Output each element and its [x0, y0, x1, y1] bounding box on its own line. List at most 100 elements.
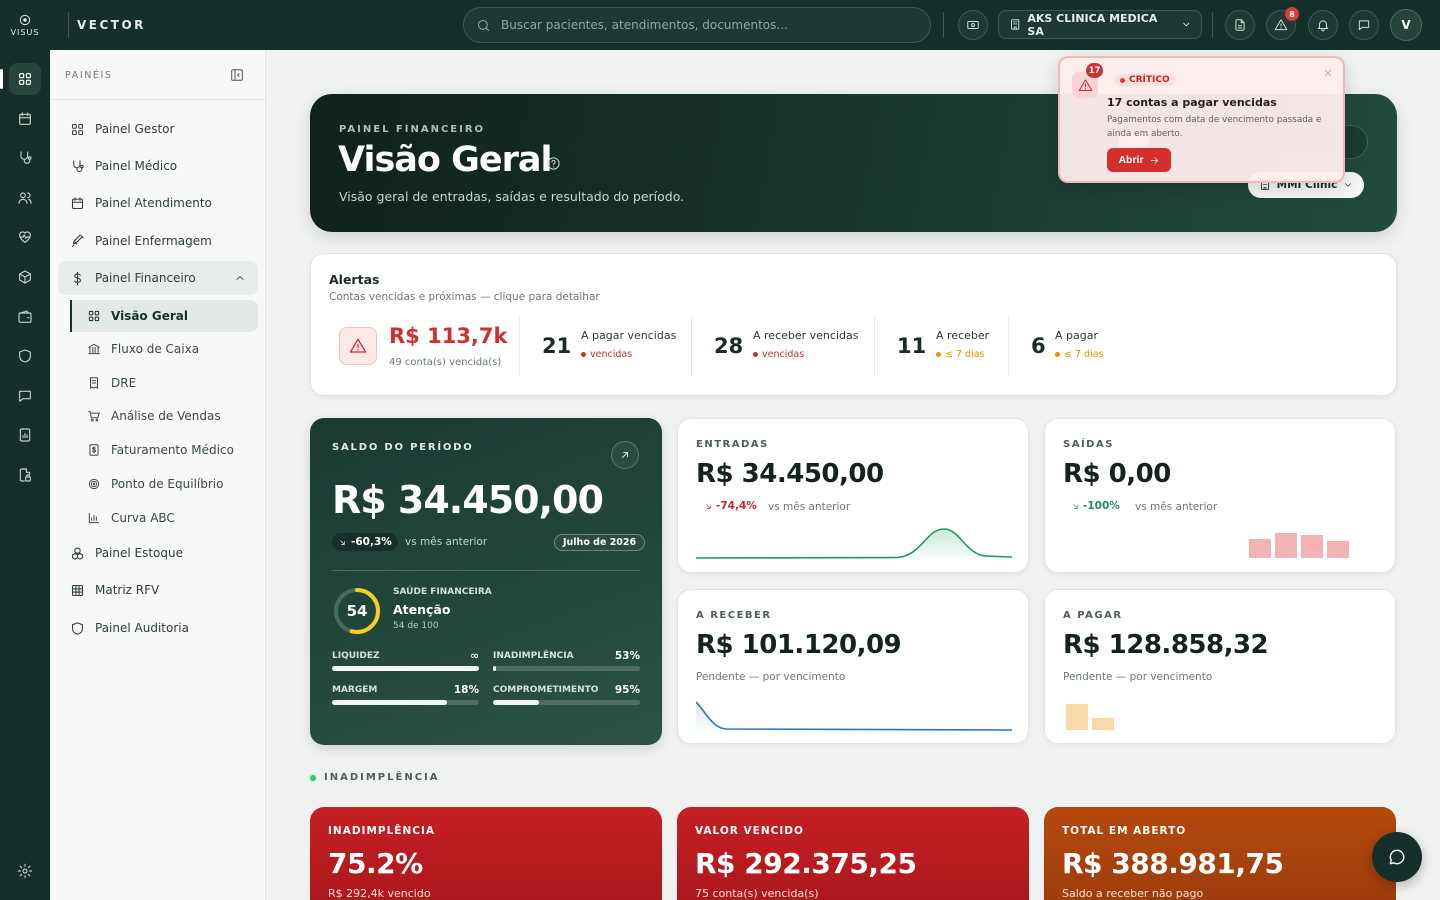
sidebar-item-painel-financeiro[interactable]: Painel Financeiro: [58, 261, 258, 295]
sidebar-collapse-icon: [231, 69, 243, 81]
rail-medical[interactable]: [9, 142, 41, 174]
kpi-value: R$ 0,00: [1063, 459, 1171, 489]
alerts-card: Alertas Contas vencidas e próximas — cli…: [310, 253, 1397, 396]
sidebar-item-label: Painel Enfermagem: [95, 234, 212, 248]
alert-receivable-soon[interactable]: 11 A receber ≤ 7 dias: [874, 316, 1008, 376]
sidebar-subitem-label: Visão Geral: [111, 309, 188, 323]
pagar-mini-bars: [1066, 704, 1114, 730]
report-icon: [19, 428, 31, 442]
sidebar-subitem-visao-geral[interactable]: Visão Geral: [70, 300, 258, 332]
alerts-button[interactable]: 8: [1266, 7, 1299, 40]
alert-payable-overdue[interactable]: 21 A pagar vencidas vencidas: [519, 316, 691, 376]
chevron-down-icon: [1182, 22, 1189, 27]
rail-patients[interactable]: [9, 182, 41, 214]
kpi-label: SAÍDAS: [1063, 439, 1114, 450]
sidebar-item-painel-estoque[interactable]: Painel Estoque: [58, 536, 258, 570]
sidebar-subitem-ponto-de-equilibrio[interactable]: Ponto de Equilíbrio: [70, 468, 258, 500]
notifications-button[interactable]: [1308, 10, 1338, 40]
kpi-card-a-pagar[interactable]: A PAGAR R$ 128.858,32 Pendente — por ven…: [1044, 589, 1396, 744]
receipt-icon: [90, 377, 98, 389]
wallet-icon: [18, 310, 32, 323]
open-alert-button[interactable]: Abrir: [1107, 148, 1171, 172]
rail-files[interactable]: [9, 459, 41, 491]
documents-button[interactable]: [1225, 10, 1255, 40]
card-inadimplencia[interactable]: INADIMPLÊNCIA 75.2% R$ 292,4k vencido: [310, 807, 662, 900]
company-selector[interactable]: AKS CLINICA MEDICA SA: [998, 10, 1202, 39]
sidebar-subitem-label: Análise de Vendas: [111, 409, 221, 423]
sidebar-item-painel-atendimento[interactable]: Painel Atendimento: [58, 186, 258, 220]
alert-receivable-overdue[interactable]: 28 A receber vencidas vencidas: [691, 316, 874, 376]
arrow-up-right-icon: [622, 452, 628, 458]
sidebar-item-label: Painel Gestor: [95, 122, 175, 136]
kpi-label: ENTRADAS: [696, 439, 769, 450]
card-valor-vencido[interactable]: VALOR VENCIDO R$ 292.375,25 75 conta(s) …: [677, 807, 1029, 900]
building-icon: [1011, 19, 1020, 30]
search-input[interactable]: [501, 18, 901, 32]
kpi-card-entradas[interactable]: ENTRADAS R$ 34.450,00 -74,4% vs mês ante…: [677, 418, 1029, 573]
visus-logo[interactable]: VISUS: [0, 13, 50, 37]
table-icon: [71, 584, 84, 596]
metric-label: COMPROMETIMENTO: [493, 685, 599, 695]
messages-button[interactable]: [1349, 10, 1379, 40]
alert-count: 11: [897, 334, 927, 358]
page-title: Visão Geral: [338, 140, 552, 180]
sidebar-item-label: Painel Médico: [95, 159, 178, 173]
cash-register-button[interactable]: [958, 10, 988, 40]
grid-icon: [88, 310, 100, 322]
sidebar-subitem-faturamento-medico[interactable]: Faturamento Médico: [70, 434, 258, 466]
card-value: R$ 292.375,25: [695, 847, 917, 880]
sidebar-subitem-analise-de-vendas[interactable]: Análise de Vendas: [70, 400, 258, 432]
collapse-sidebar-button[interactable]: [229, 67, 245, 83]
mini-bar: [1066, 704, 1088, 730]
health-status: Atenção: [393, 602, 451, 617]
support-chat-button[interactable]: [1372, 832, 1422, 882]
rail-dashboards[interactable]: [0, 63, 41, 95]
rail-wallet[interactable]: [9, 301, 41, 333]
global-search[interactable]: [463, 7, 931, 43]
sidebar-item-painel-enfermagem[interactable]: Painel Enfermagem: [58, 224, 258, 258]
help-button[interactable]: [546, 156, 561, 171]
sidebar-title: PAINÉIS: [65, 70, 113, 81]
sidebar-subitem-curva-abc[interactable]: Curva ABC: [70, 502, 258, 534]
sidebar-subitem-fluxo-de-caixa[interactable]: Fluxo de Caixa: [70, 333, 258, 365]
shield-icon: [71, 621, 84, 635]
sidebar-item-painel-medico[interactable]: Painel Médico: [58, 149, 258, 183]
close-icon: [1324, 69, 1332, 77]
rail-stock[interactable]: [9, 261, 41, 293]
alerts-total-value: R$ 113,7k: [389, 324, 508, 348]
kpi-card-saidas[interactable]: SAÍDAS R$ 0,00 -100% vs mês anterior: [1044, 418, 1396, 573]
sidebar-item-painel-auditoria[interactable]: Painel Auditoria: [58, 611, 258, 645]
rail-settings[interactable]: [9, 855, 41, 887]
alerts-subtitle: Contas vencidas e próximas — clique para…: [329, 291, 600, 303]
active-indicator: [70, 300, 72, 332]
saidas-mini-bars: [1249, 533, 1349, 558]
rail-health[interactable]: [9, 221, 41, 253]
sidebar-item-matriz-rfv[interactable]: Matriz RFV: [58, 573, 258, 607]
kpi-card-a-receber[interactable]: A RECEBER R$ 101.120,09 Pendente — por v…: [677, 589, 1029, 744]
gear-icon: [17, 863, 33, 879]
boxes-icon: [71, 546, 84, 560]
company-name: AKS CLINICA MEDICA SA: [1027, 11, 1158, 38]
user-avatar[interactable]: V: [1390, 9, 1422, 41]
stethoscope-icon: [73, 159, 84, 172]
sidebar-subitem-dre[interactable]: DRE: [70, 367, 258, 399]
brand-name: VECTOR: [77, 18, 146, 32]
alert-payable-soon[interactable]: 6 A pagar ≤ 7 dias: [1008, 316, 1128, 376]
card-label: TOTAL EM ABERTO: [1062, 825, 1187, 837]
metric-value: 53%: [614, 650, 640, 662]
rail-reports[interactable]: [9, 419, 41, 451]
mini-bar: [1327, 541, 1349, 558]
hero-description: Visão geral de entradas, saídas e result…: [339, 189, 685, 204]
card-total-em-aberto[interactable]: TOTAL EM ABERTO R$ 388.981,75 Saldo a re…: [1044, 807, 1396, 900]
open-balance-button[interactable]: [611, 441, 639, 469]
shield-icon: [19, 349, 31, 363]
rail-calendar[interactable]: [9, 103, 41, 135]
close-toast-button[interactable]: [1323, 68, 1333, 78]
rail-messages[interactable]: [9, 380, 41, 412]
bank-icon: [88, 343, 100, 355]
sidebar-item-painel-gestor[interactable]: Painel Gestor: [58, 112, 258, 146]
sidebar-item-label: Matriz RFV: [95, 583, 160, 597]
rail-audit[interactable]: [9, 340, 41, 372]
arrow-down-right-icon: [340, 539, 345, 545]
kpi-value: R$ 101.120,09: [696, 630, 902, 660]
